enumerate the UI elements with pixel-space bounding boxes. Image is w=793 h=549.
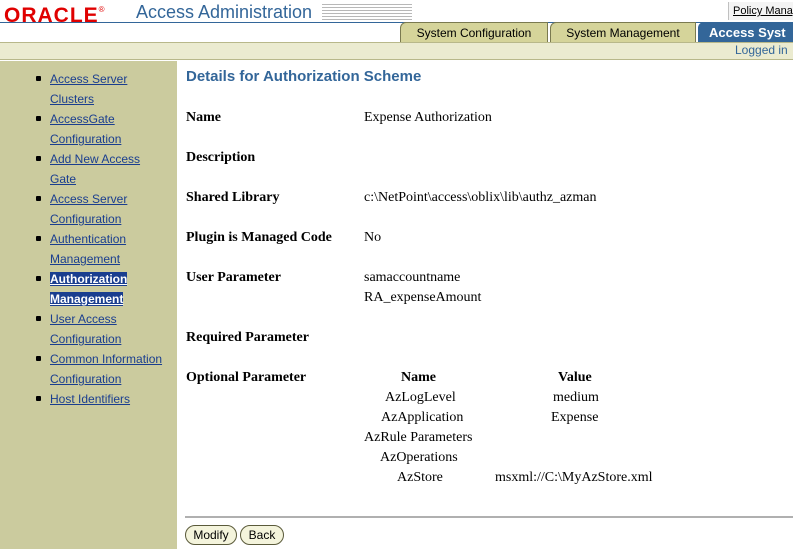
user-parameter-label: User Parameter [186,270,281,285]
sidebar-item-access-server-clusters: Access Server Clusters [0,69,177,109]
bullet-icon [36,156,41,161]
optional-param-value: Expense [551,410,599,425]
sidebar-link-authentication-management[interactable]: Authentication Management [50,229,174,269]
oracle-logo: ORACLE® [4,4,106,27]
optional-param-name: AzOperations [380,450,458,465]
shared-library-label: Shared Library [186,190,280,205]
user-parameter-value: RA_expenseAmount [364,290,482,305]
tab-system-management[interactable]: System Management [550,22,696,43]
shared-library-value: c:\NetPoint\access\oblix\lib\authz_azman [364,190,597,205]
sidebar-link-access-server-configuration[interactable]: Access Server Configuration [50,189,174,229]
sidebar-link-accessgate-configuration[interactable]: AccessGate Configuration [50,109,174,149]
optional-param-name: AzLogLevel [385,390,456,405]
optional-param-name: AzStore [397,470,443,485]
sidebar-item-user-access-configuration: User Access Configuration [0,309,177,349]
content-divider [185,516,793,519]
optional-header-name: Name [401,370,436,385]
sidebar-item-accessgate-configuration: AccessGate Configuration [0,109,177,149]
sidebar: Access Server Clusters AccessGate Configur… [0,61,177,549]
plugin-managed-code-value: No [364,230,382,245]
tab-access-system[interactable]: Access Syst [698,22,793,43]
optional-param-value: msxml://C:\MyAzStore.xml [495,470,653,485]
modify-button[interactable]: Modify [185,525,237,545]
optional-param-name: AzApplication [381,410,464,425]
sidebar-item-authentication-management: Authentication Management [0,229,177,269]
bullet-icon [36,76,41,81]
name-value: Expense Authorization [364,110,492,125]
sidebar-link-host-identifiers[interactable]: Host Identifiers [50,389,174,409]
sidebar-link-common-information-configuration[interactable]: Common Information Configuration [50,349,174,389]
sidebar-link-add-new-access-gate[interactable]: Add New Access Gate [50,149,174,189]
sidebar-item-add-new-access-gate: Add New Access Gate [0,149,177,189]
decorative-hatch [322,4,412,20]
sidebar-item-access-server-configuration: Access Server Configuration [0,189,177,229]
sidebar-link-authorization-management[interactable]: Authorization Management [50,272,128,306]
sidebar-item-host-identifiers: Host Identifiers [0,389,177,409]
description-label: Description [186,150,256,165]
optional-parameter-label: Optional Parameter [186,370,307,385]
sidebar-link-access-server-clusters[interactable]: Access Server Clusters [50,69,174,109]
optional-header-value: Value [558,370,592,385]
bullet-icon [36,276,41,281]
sidebar-item-common-information-configuration: Common Information Configuration [0,349,177,389]
main-content: Details for Authorization Scheme Name Ex… [177,61,793,549]
app-title: Access Administration [136,2,313,22]
status-band [0,42,793,60]
user-parameter-value: samaccountname [364,270,461,285]
bullet-icon [36,196,41,201]
bullet-icon [36,236,41,241]
sidebar-nav: Access Server Clusters AccessGate Configur… [0,69,177,409]
bullet-icon [36,396,41,401]
plugin-managed-code-label: Plugin is Managed Code [186,230,332,245]
policy-manager-link[interactable]: Policy Manag [728,2,793,20]
name-label: Name [186,110,221,125]
bullet-icon [36,316,41,321]
logged-in-status: Logged in [735,43,788,57]
optional-param-value: medium [553,390,599,405]
page-title: Details for Authorization Scheme [186,68,422,85]
optional-param-name: AzRule Parameters [364,430,473,445]
sidebar-item-authorization-management: Authorization Management [0,269,177,309]
required-parameter-label: Required Parameter [186,330,309,345]
app-header: ORACLE® Access Administration Policy Man… [0,0,793,60]
bullet-icon [36,356,41,361]
tab-system-configuration[interactable]: System Configuration [400,22,548,43]
back-button[interactable]: Back [240,525,284,545]
sidebar-link-user-access-configuration[interactable]: User Access Configuration [50,309,174,349]
bullet-icon [36,116,41,121]
